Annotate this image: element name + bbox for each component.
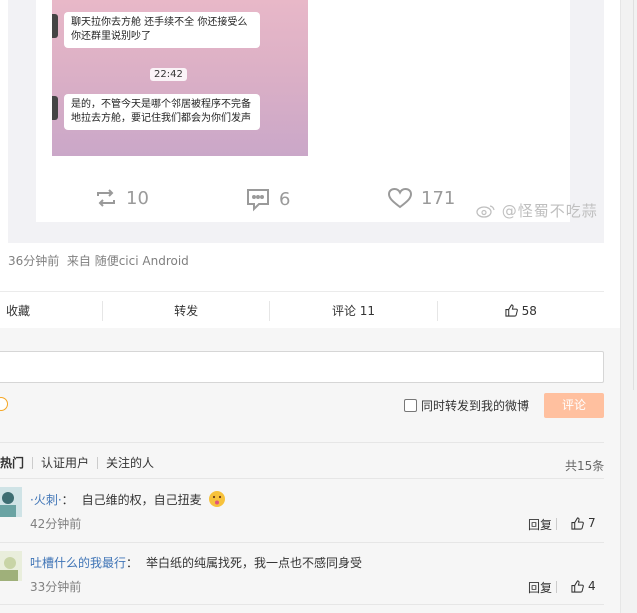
comment-reply-button[interactable]: 回复: [528, 516, 552, 533]
filter-following[interactable]: 关注的人: [98, 457, 162, 469]
face-with-kiss-emoji-icon: [208, 491, 225, 507]
favorite-button[interactable]: 收藏: [0, 300, 103, 321]
thumbs-up-icon: [571, 579, 584, 593]
comment-time: 42分钟前: [30, 517, 82, 531]
page-right-rail: [620, 0, 637, 613]
watermark-text: @怪蜀不吃蒜: [501, 202, 598, 220]
comment-count-button[interactable]: 6: [245, 186, 290, 212]
avatar[interactable]: [0, 551, 22, 581]
comment-text: 举白纸的纯属找死，我一点也不感同身受: [146, 556, 363, 570]
comment-input[interactable]: [0, 351, 604, 383]
chat-bubble-2: 是的，不管今天是哪个邻居被程序不完备地拉去方舱，要记住我们都会为你们发声: [64, 94, 260, 130]
comment-like-button[interactable]: 7: [571, 516, 596, 530]
chat-screenshot-image[interactable]: 聊天拉你去方舱 还手续不全 你还接受么 你还群里说别吵了 22:42 是的，不管…: [52, 0, 308, 156]
repost-count-button[interactable]: 10: [94, 186, 149, 210]
comment-like-count: 4: [588, 579, 596, 593]
comment-text-line: ·火刺·： 自己维的权，自己扭麦: [30, 490, 226, 508]
comment-username[interactable]: 吐槽什么的我最行: [30, 556, 126, 570]
post-meta: 36分钟前 来自 随便cici Android: [8, 254, 189, 268]
favorite-label: 收藏: [6, 303, 31, 318]
chat-bubble-1: 聊天拉你去方舱 还手续不全 你还接受么 你还群里说别吵了: [64, 12, 260, 48]
thumbs-up-icon: [571, 516, 584, 530]
comment-total: 共15条: [565, 459, 605, 473]
divider: [0, 604, 604, 605]
comment-filters: 热门 认证用户 关注的人: [0, 457, 162, 469]
filter-verified[interactable]: 认证用户: [33, 457, 99, 469]
heart-icon: [387, 187, 413, 209]
comment-label: 评论 11: [331, 303, 376, 318]
comment-reply-button[interactable]: 回复: [528, 579, 552, 596]
submit-comment-button[interactable]: 评论: [544, 393, 604, 418]
comment-username[interactable]: ·火刺·: [30, 493, 62, 507]
chat-avatar: [52, 14, 58, 38]
divider: [0, 442, 604, 443]
chat-timestamp: 22:42: [150, 68, 187, 81]
comment-text-line: 吐槽什么的我最行： 举白纸的纯属找死，我一点也不感同身受: [30, 554, 362, 571]
like-button[interactable]: 58: [438, 301, 604, 321]
comment-like-button[interactable]: 4: [571, 579, 596, 593]
action-bar: 收藏 转发 评论 11 58: [0, 291, 604, 329]
comment-separator: ：: [126, 556, 139, 570]
divider: [0, 542, 604, 543]
like-count-button[interactable]: 171: [387, 186, 455, 210]
comment-separator: ：: [61, 493, 74, 507]
avatar[interactable]: [0, 487, 22, 517]
divider: [0, 478, 604, 479]
comment-like-count: 7: [588, 516, 596, 530]
thumbs-up-icon: [505, 303, 518, 317]
repost-icon: [97, 189, 115, 207]
forward-label: 转发: [174, 303, 199, 318]
comment-icon: [247, 189, 269, 212]
comment-time: 33分钟前: [30, 580, 82, 594]
chat-avatar: [52, 96, 58, 120]
forward-checkbox[interactable]: [404, 399, 417, 412]
weibo-logo-icon: [476, 205, 495, 218]
repost-count: 10: [126, 187, 149, 209]
comment-count: 6: [279, 188, 291, 210]
like-count: 171: [421, 187, 456, 209]
forward-button[interactable]: 转发: [103, 300, 271, 321]
watermark: @怪蜀不吃蒜: [476, 200, 598, 221]
divider: [556, 581, 557, 593]
like-label: 58: [521, 303, 537, 318]
forward-checkbox-label: 同时转发到我的微博: [421, 399, 530, 413]
divider: [556, 518, 557, 530]
filter-hot[interactable]: 热门: [0, 457, 34, 469]
comment-button[interactable]: 评论 11: [270, 300, 438, 321]
comment-text: 自己维的权，自己扭麦: [81, 493, 202, 507]
